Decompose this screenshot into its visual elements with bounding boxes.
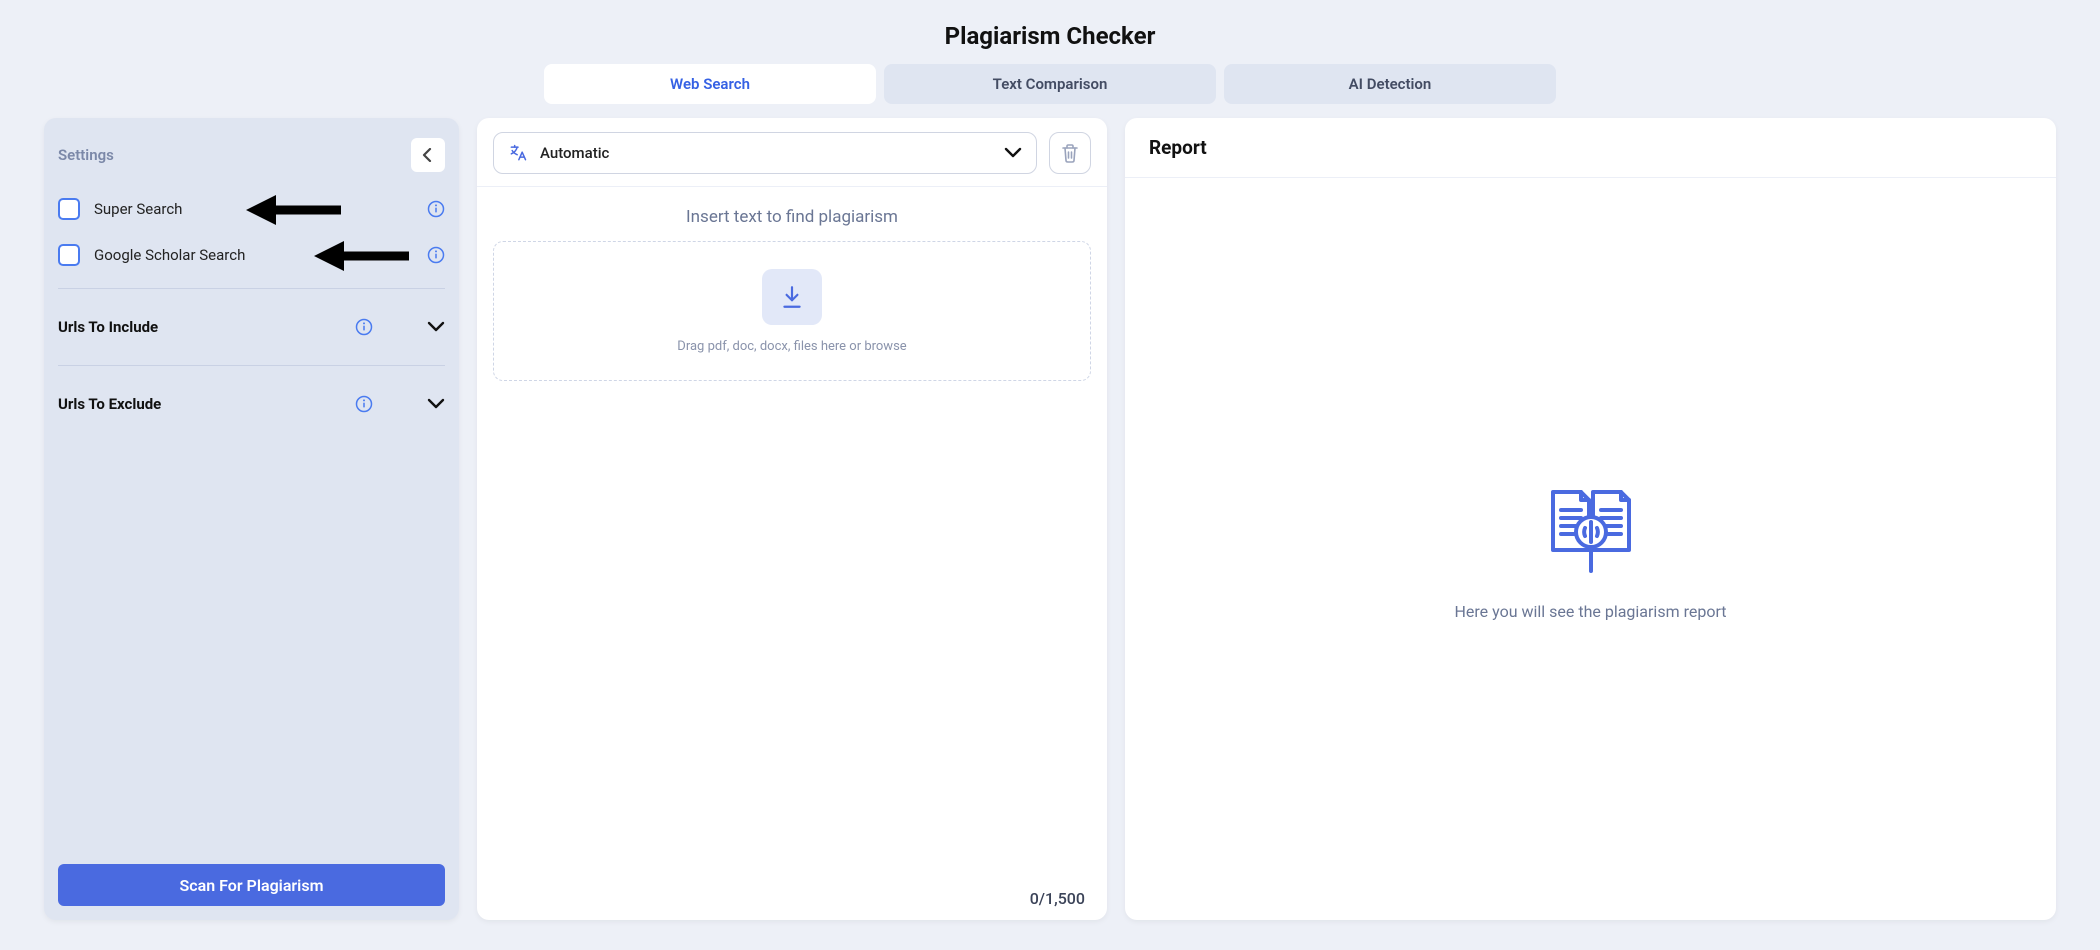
scan-button[interactable]: Scan For Plagiarism — [58, 864, 445, 906]
setting-google-scholar: Google Scholar Search — [58, 232, 445, 278]
checkbox-google-scholar[interactable] — [58, 244, 80, 266]
language-select-value: Automatic — [540, 144, 1004, 162]
upload-icon — [779, 284, 805, 310]
info-icon[interactable] — [427, 200, 445, 218]
accordion-label: Urls To Include — [58, 318, 355, 336]
accordion-urls-include[interactable]: Urls To Include — [58, 299, 445, 355]
setting-super-search: Super Search — [58, 186, 445, 232]
setting-label: Google Scholar Search — [94, 246, 427, 264]
insert-hint: Insert text to find plagiarism — [477, 207, 1107, 227]
divider — [58, 288, 445, 289]
clear-text-button[interactable] — [1049, 132, 1091, 174]
report-title: Report — [1149, 136, 2032, 159]
chevron-left-icon — [422, 148, 434, 162]
accordion-label: Urls To Exclude — [58, 395, 355, 413]
tab-text-comparison[interactable]: Text Comparison — [884, 64, 1216, 104]
info-icon[interactable] — [355, 318, 373, 336]
info-icon[interactable] — [427, 246, 445, 264]
translate-icon — [508, 143, 528, 163]
report-panel: Report Here you will see the plagiarism … — [1125, 118, 2056, 920]
input-panel: Automatic Insert text to find plagiarism… — [477, 118, 1107, 920]
report-empty-icon — [1541, 478, 1641, 578]
divider — [58, 365, 445, 366]
tab-ai-detection[interactable]: AI Detection — [1224, 64, 1556, 104]
checkbox-super-search[interactable] — [58, 198, 80, 220]
chevron-down-icon — [1004, 147, 1022, 159]
page-title: Plagiarism Checker — [0, 0, 2100, 64]
file-dropzone[interactable]: Drag pdf, doc, docx, files here or brows… — [493, 241, 1091, 381]
divider — [477, 186, 1107, 187]
collapse-sidebar-button[interactable] — [411, 138, 445, 172]
settings-sidebar: Settings Super Search Google Scholar Sea… — [44, 118, 459, 920]
chevron-down-icon — [427, 398, 445, 410]
trash-icon — [1061, 143, 1079, 163]
setting-label: Super Search — [94, 200, 427, 218]
settings-title: Settings — [58, 146, 114, 164]
mode-tabs: Web Search Text Comparison AI Detection — [0, 64, 2100, 104]
upload-chip — [762, 269, 822, 325]
tab-web-search[interactable]: Web Search — [544, 64, 876, 104]
accordion-urls-exclude[interactable]: Urls To Exclude — [58, 376, 445, 432]
dropzone-text: Drag pdf, doc, docx, files here or brows… — [677, 339, 906, 354]
info-icon[interactable] — [355, 395, 373, 413]
report-placeholder-text: Here you will see the plagiarism report — [1455, 602, 1727, 621]
language-select[interactable]: Automatic — [493, 132, 1037, 174]
chevron-down-icon — [427, 321, 445, 333]
char-counter: 0/1,500 — [1030, 889, 1085, 908]
